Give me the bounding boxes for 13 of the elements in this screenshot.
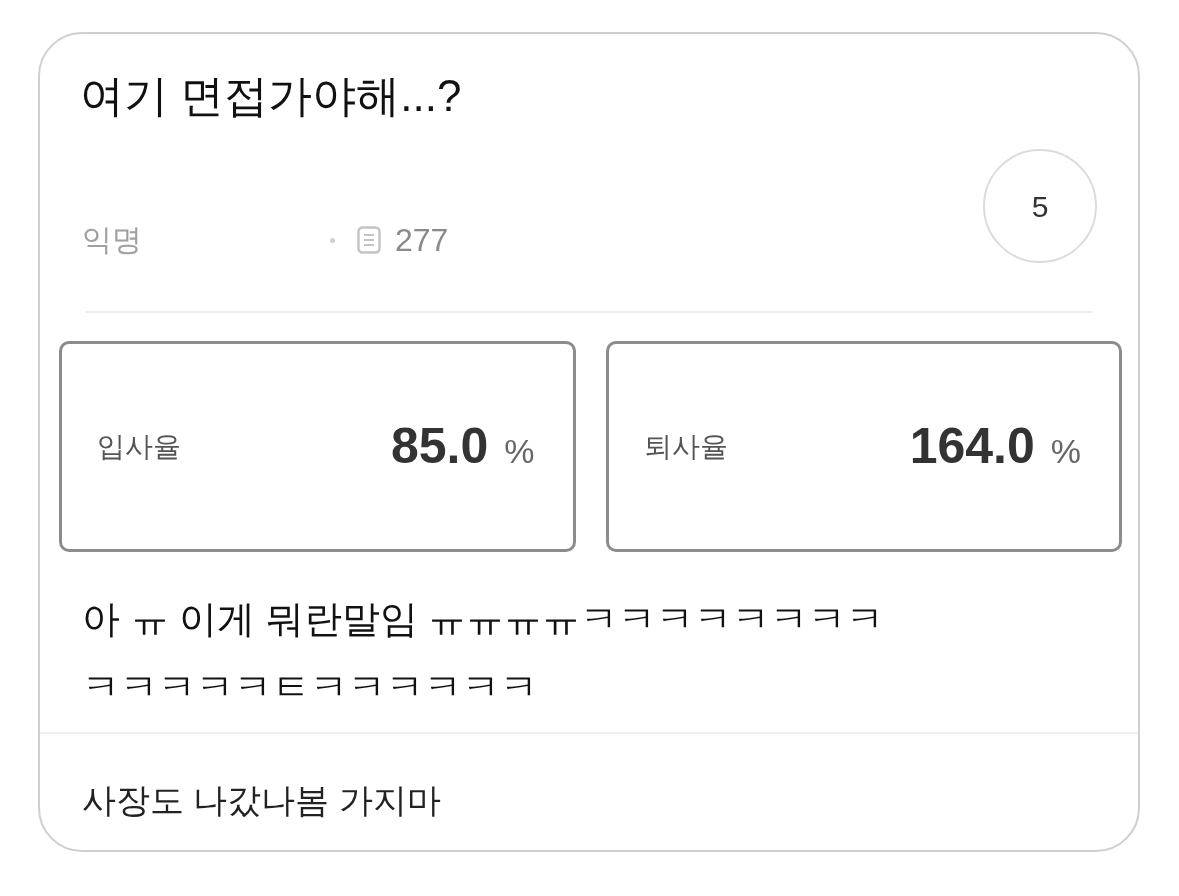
stat-label: 퇴사율 — [643, 429, 728, 464]
view-count: 277 — [395, 221, 449, 259]
stat-unit: % — [504, 431, 535, 472]
stat-value: 164.0 — [909, 417, 1035, 476]
stat-label: 입사율 — [97, 429, 181, 464]
stat-unit: % — [1050, 431, 1081, 472]
stat-value: 85.0 — [390, 417, 489, 476]
author-name: 익명 — [82, 222, 142, 258]
post-title: 여기 면접가야해...? — [80, 70, 462, 122]
comment-text: 사장도 나갔나봄 가지마 — [82, 780, 441, 821]
document-icon — [357, 226, 381, 254]
post-body-line: ㅋㅋㅋㅋㅋㅌㅋㅋㅋㅋㅋㅋ — [82, 665, 538, 710]
post-body-line: 아 ㅠ 이게 뭐란말임 ㅠㅠㅠㅠㅋㅋㅋㅋㅋㅋㅋㅋ — [82, 597, 885, 642]
